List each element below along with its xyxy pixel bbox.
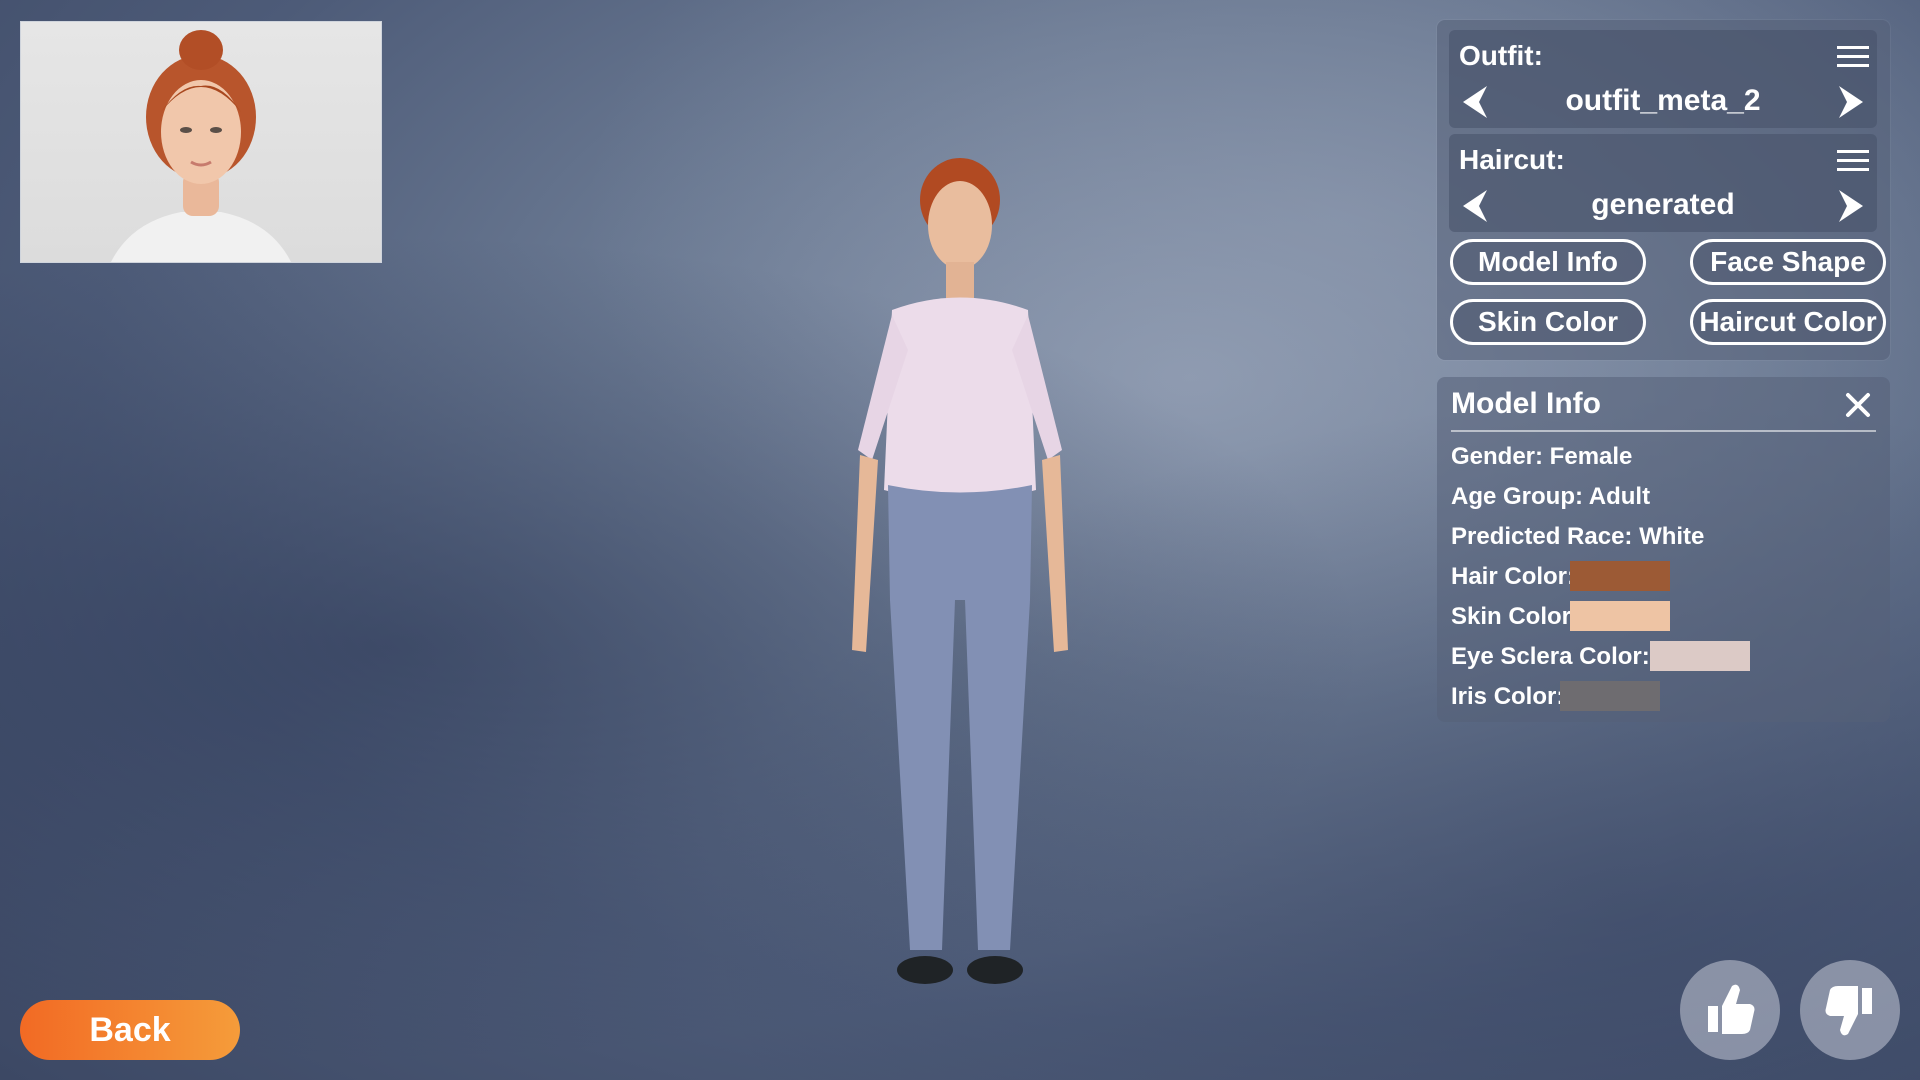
eye-sclera-color-label: Eye Sclera Color: <box>1451 643 1650 670</box>
hamburger-icon[interactable] <box>1837 148 1869 174</box>
chevron-left-icon[interactable] <box>1457 186 1493 226</box>
age-group-text: Age Group: Adult <box>1451 483 1651 510</box>
haircut-value: generated <box>1591 188 1735 221</box>
skin-color-swatch <box>1570 601 1670 631</box>
iris-color-swatch <box>1560 681 1660 711</box>
model-info-title: Model Info <box>1451 387 1601 420</box>
predicted-race-text: Predicted Race: White <box>1451 523 1705 550</box>
haircut-selector: Haircut: generated <box>1449 134 1877 232</box>
eye-sclera-color-swatch <box>1650 641 1750 671</box>
divider <box>1451 430 1876 432</box>
back-button[interactable]: Back <box>20 1000 240 1060</box>
iris-color-label: Iris Color: <box>1451 683 1565 710</box>
haircut-label: Haircut: <box>1459 144 1565 175</box>
skin-color-label: Skin Color: <box>1451 603 1580 630</box>
haircut-color-button[interactable]: Haircut Color <box>1690 299 1886 345</box>
hamburger-icon[interactable] <box>1837 44 1869 70</box>
thumbs-down-icon <box>1825 986 1872 1036</box>
like-button[interactable] <box>1680 960 1780 1060</box>
hair-color-label: Hair Color: <box>1451 563 1576 590</box>
gender-text: Gender: Female <box>1451 443 1633 470</box>
model-info-panel: Model Info Gender: Female Age Group: Adu… <box>1437 377 1890 722</box>
chevron-left-icon[interactable] <box>1457 82 1493 122</box>
chevron-right-icon[interactable] <box>1833 186 1869 226</box>
thumbs-up-icon <box>1708 984 1755 1034</box>
dislike-button[interactable] <box>1800 960 1900 1060</box>
avatar-3d-model[interactable] <box>800 150 1120 1050</box>
skin-color-button[interactable]: Skin Color <box>1450 299 1646 345</box>
close-icon[interactable] <box>1844 391 1872 419</box>
outfit-selector: Outfit: outfit_meta_2 <box>1449 30 1877 128</box>
model-info-button[interactable]: Model Info <box>1450 239 1646 285</box>
hair-color-swatch <box>1570 561 1670 591</box>
face-shape-button[interactable]: Face Shape <box>1690 239 1886 285</box>
outfit-label: Outfit: <box>1459 40 1543 71</box>
outfit-value: outfit_meta_2 <box>1565 84 1761 117</box>
customization-panel: Outfit: outfit_meta_2 Haircut: generated… <box>1437 20 1890 360</box>
chevron-right-icon[interactable] <box>1833 82 1869 122</box>
reference-photo <box>20 21 382 263</box>
